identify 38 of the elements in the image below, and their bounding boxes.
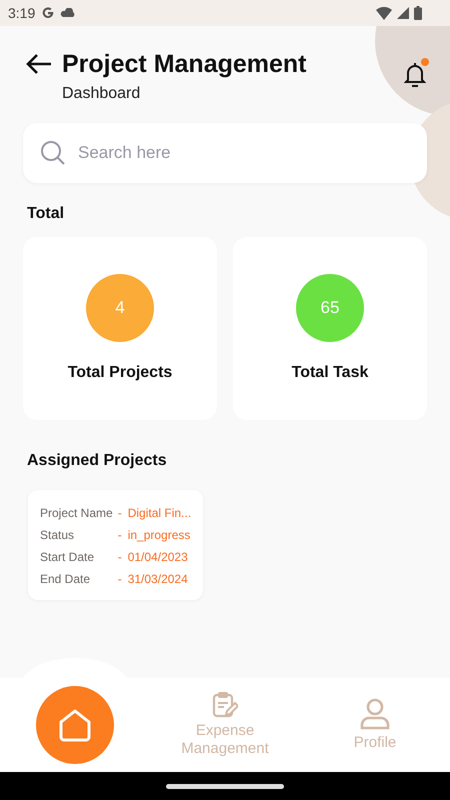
stat-card[interactable]: 4 Total Projects (23, 237, 217, 420)
clipboard-pencil-icon (212, 692, 238, 718)
field-label: Project Name (40, 506, 113, 520)
field-label: Status (40, 528, 76, 542)
section-heading: Assigned Projects (27, 452, 168, 470)
google-g-icon (41, 6, 56, 20)
page-subtitle: Dashboard (62, 85, 142, 103)
field-label: Start Date (40, 550, 96, 564)
status-time: 3:19 (8, 5, 36, 21)
field-value: Digital Fin... (128, 506, 192, 520)
signal-icon (397, 7, 409, 19)
field-separator: - (118, 528, 122, 542)
stat-label: Total Task (292, 364, 368, 382)
stat-label: Total Projects (68, 364, 172, 382)
field-value: 01/04/2023 (128, 550, 189, 564)
cloud-icon (60, 8, 76, 18)
notification-button[interactable] (401, 58, 429, 90)
wifi-icon (376, 6, 392, 20)
search-input[interactable]: Search here (76, 142, 410, 164)
section-heading: Total (27, 205, 66, 223)
field-separator: - (118, 572, 122, 586)
back-button[interactable] (26, 52, 52, 76)
search-icon (40, 140, 66, 166)
project-card[interactable]: Project Name - Digital Fin... Status - in_progress Start Date - 01/04/2023 End Date - 31/03/2024 (28, 490, 204, 600)
stat-card[interactable]: 65 Total Task (233, 237, 427, 420)
battery-icon (414, 6, 422, 20)
home-indicator[interactable] (166, 784, 284, 788)
search-bar[interactable]: Search here (23, 123, 427, 183)
field-separator: - (118, 550, 122, 564)
field-value: in_progress (128, 528, 192, 542)
page-title: Project Management (62, 50, 308, 79)
stat-count: 65 (296, 274, 364, 342)
home-icon (57, 707, 93, 743)
stat-count: 4 (86, 274, 154, 342)
field-value: 31/03/2024 (128, 572, 189, 586)
person-icon (360, 698, 390, 730)
field-label: End Date (40, 572, 92, 586)
field-separator: - (118, 506, 122, 520)
